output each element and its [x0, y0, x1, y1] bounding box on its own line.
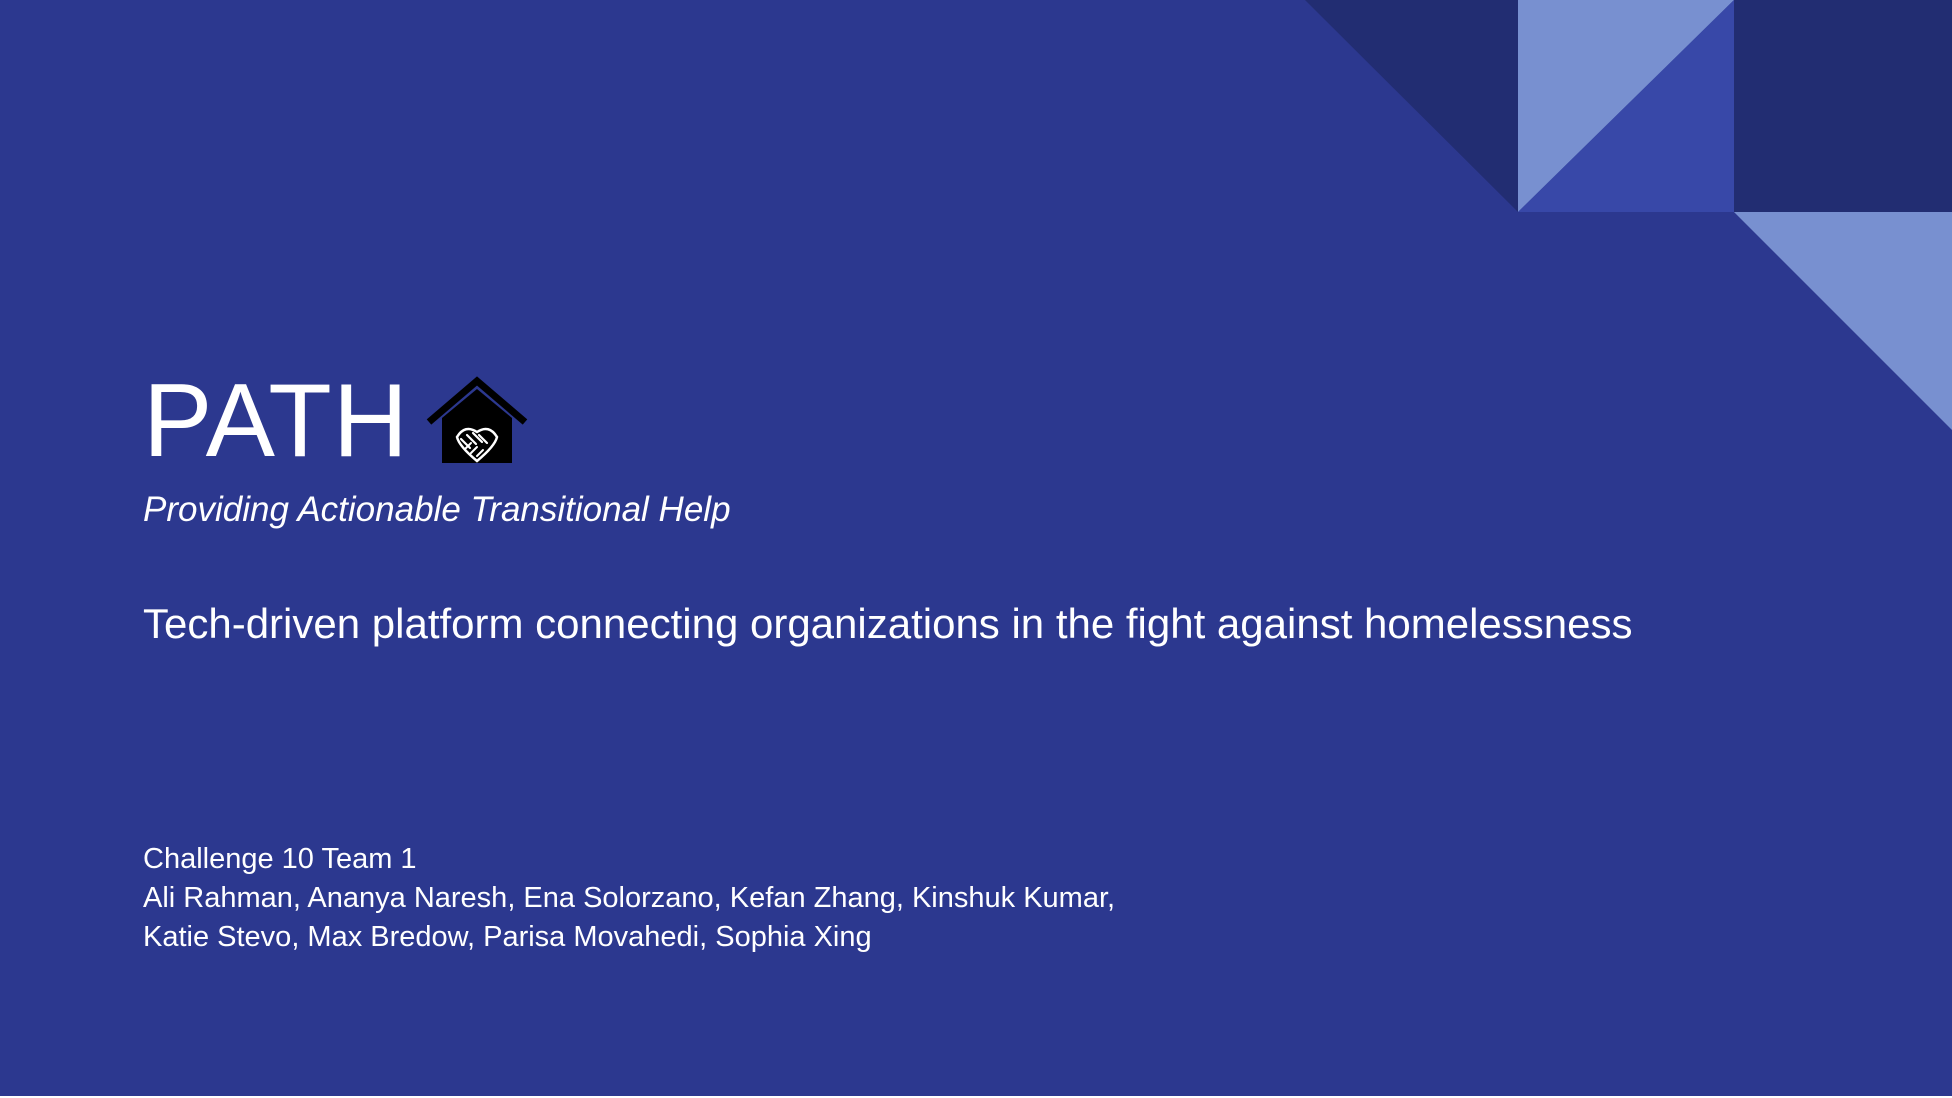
team-members-line-1: Ali Rahman, Ananya Naresh, Ena Solorzano… [143, 882, 1116, 914]
dark-triangle-shape [1305, 0, 1518, 212]
dark-square-shape [1734, 0, 1952, 212]
house-handshake-icon [426, 376, 528, 463]
slide-title: PATH [143, 363, 409, 479]
slide-subtitle: Tech-driven platform connecting organiza… [143, 600, 1633, 647]
slide-tagline: Providing Actionable Transitional Help [143, 490, 731, 529]
team-name: Challenge 10 Team 1 [143, 843, 417, 875]
team-members-line-2: Katie Stevo, Max Bredow, Parisa Movahedi… [143, 921, 872, 953]
team-info: Challenge 10 Team 1 Ali Rahman, Ananya N… [143, 840, 1115, 957]
light-lower-triangle-shape [1734, 212, 1952, 430]
presentation-slide: PATH Providing Actionable Transitional H… [0, 0, 1952, 1096]
title-row: PATH [143, 366, 529, 476]
